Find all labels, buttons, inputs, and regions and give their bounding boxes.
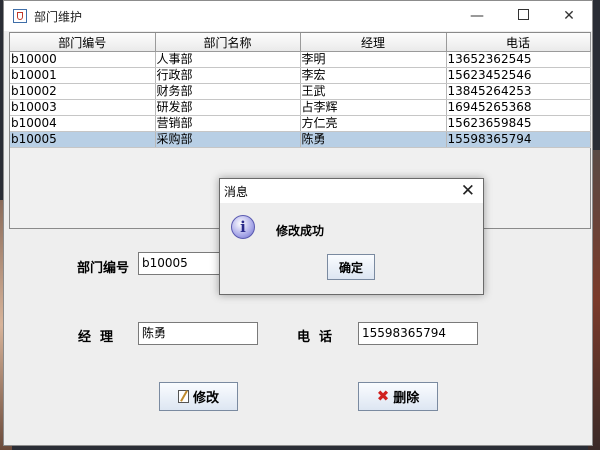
dept-id-label: 部门编号 <box>77 261 130 276</box>
cell-dept-name: 研发部 <box>155 99 301 116</box>
cell-manager: 王武 <box>300 83 447 100</box>
delete-icon: ✖ <box>376 387 390 405</box>
close-icon: ✕ <box>563 8 575 24</box>
cell-manager: 方仁亮 <box>300 115 447 132</box>
cell-dept-name: 人事部 <box>155 51 301 68</box>
phone-label: 电 话 <box>297 330 333 345</box>
cell-phone: 13652362545 <box>446 51 591 68</box>
edit-icon <box>177 390 189 403</box>
cell-dept-id: b10002 <box>10 83 156 100</box>
cell-manager: 李宏 <box>300 67 447 84</box>
dialog-close-icon[interactable]: ✕ <box>461 180 475 202</box>
dialog-titlebar[interactable]: 消息 ✕ <box>220 179 483 203</box>
maximize-icon <box>517 9 529 20</box>
cell-dept-id: b10001 <box>10 67 156 84</box>
cell-phone: 16945265368 <box>446 99 591 116</box>
message-dialog: 消息 ✕ i 修改成功 确定 <box>219 178 484 295</box>
info-icon: i <box>231 215 255 239</box>
edit-button-label: 修改 <box>192 391 219 406</box>
table-row[interactable]: b10004 营销部 方仁亮 15623659845 <box>10 115 591 132</box>
minimize-button[interactable]: — <box>454 1 500 31</box>
cell-manager: 占李辉 <box>300 99 447 116</box>
cell-dept-name: 行政部 <box>155 67 301 84</box>
manager-label: 经 理 <box>78 330 114 345</box>
dialog-message: 修改成功 <box>276 224 325 238</box>
cell-manager: 陈勇 <box>300 131 447 148</box>
dialog-title: 消息 <box>224 185 249 199</box>
minimize-icon: — <box>470 8 484 24</box>
cell-dept-id: b10000 <box>10 51 156 68</box>
cell-phone: 15598365794 <box>446 131 591 148</box>
dept-id-field[interactable]: b10005 <box>138 252 228 275</box>
table-row[interactable]: b10003 研发部 占李辉 16945265368 <box>10 99 591 116</box>
manager-field[interactable]: 陈勇 <box>138 322 258 345</box>
cell-dept-name: 营销部 <box>155 115 301 132</box>
phone-field[interactable]: 15598365794 <box>358 322 478 345</box>
column-header-dept-name[interactable]: 部门名称 <box>155 33 301 52</box>
cell-dept-id: b10005 <box>10 131 156 148</box>
cell-phone: 15623452546 <box>446 67 591 84</box>
column-header-dept-id[interactable]: 部门编号 <box>10 33 156 52</box>
table-row-selected[interactable]: b10005 采购部 陈勇 15598365794 <box>10 131 591 148</box>
cell-phone: 15623659845 <box>446 115 591 132</box>
ok-button[interactable]: 确定 <box>327 254 375 280</box>
table-row[interactable]: b10000 人事部 李明 13652362545 <box>10 51 591 68</box>
delete-button-label: 删除 <box>393 391 420 406</box>
delete-button[interactable]: ✖ 删除 <box>358 382 438 411</box>
maximize-button[interactable] <box>500 1 546 31</box>
column-header-manager[interactable]: 经理 <box>300 33 447 52</box>
cell-dept-id: b10003 <box>10 99 156 116</box>
window-titlebar[interactable]: 部门维护 — ✕ <box>4 1 592 31</box>
cell-manager: 李明 <box>300 51 447 68</box>
cell-dept-id: b10004 <box>10 115 156 132</box>
table-header-row: 部门编号 部门名称 经理 电话 <box>10 33 591 52</box>
close-button[interactable]: ✕ <box>546 1 592 31</box>
table-row[interactable]: b10002 财务部 王武 13845264253 <box>10 83 591 100</box>
java-app-icon <box>13 9 27 23</box>
cell-dept-name: 采购部 <box>155 131 301 148</box>
column-header-phone[interactable]: 电话 <box>446 33 591 52</box>
table-row[interactable]: b10001 行政部 李宏 15623452546 <box>10 67 591 84</box>
cell-dept-name: 财务部 <box>155 83 301 100</box>
cell-phone: 13845264253 <box>446 83 591 100</box>
edit-button[interactable]: 修改 <box>159 382 238 411</box>
window-title: 部门维护 <box>34 10 83 24</box>
